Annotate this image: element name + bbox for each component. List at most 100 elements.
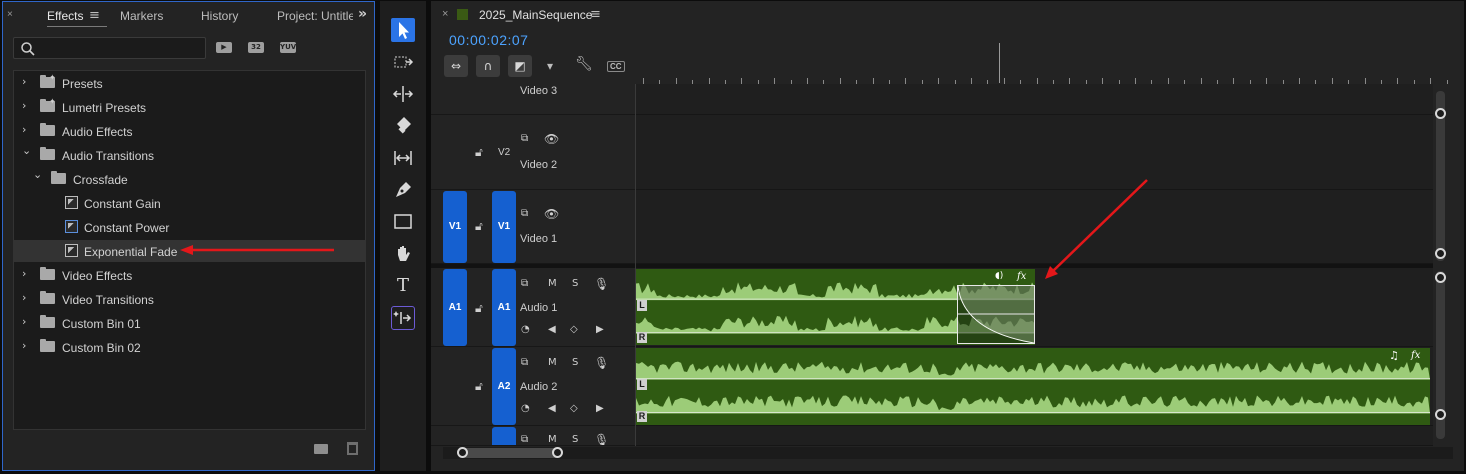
track-target-a1[interactable]: A1 [492, 269, 516, 346]
source-patch-v1[interactable]: V1 [443, 191, 467, 263]
add-keyframe-icon[interactable]: ◇ [570, 324, 578, 335]
sync-lock-icon[interactable]: ⧉ [521, 278, 528, 289]
sync-lock-icon[interactable]: ⧉ [521, 208, 528, 219]
track-select-tool-icon[interactable] [391, 50, 415, 74]
snap-icon[interactable]: ∩ [476, 55, 500, 77]
audio-clip-a2[interactable]: L R ♫ fx [636, 348, 1430, 425]
microphone-icon[interactable]: 🎙︎ [594, 277, 609, 291]
zoom-handle-left[interactable] [457, 447, 468, 458]
microphone-icon[interactable]: 🎙︎ [594, 433, 609, 445]
hamburger-icon[interactable]: ≡ [89, 8, 100, 23]
lock-icon[interactable]: 🔓︎ [475, 301, 483, 316]
zoom-scrollbar-track[interactable] [443, 447, 1453, 459]
solo-button[interactable]: S [572, 278, 578, 289]
zoom-handle-right[interactable] [552, 447, 563, 458]
volume-knob-icon[interactable]: ◔ [521, 403, 530, 414]
solo-button[interactable]: S [572, 434, 578, 445]
tree-item[interactable]: ⌄ Audio Transitions [14, 144, 365, 166]
tree-item[interactable]: › Custom Bin 02 [14, 336, 365, 358]
track-target-v2[interactable]: V2 [498, 147, 510, 158]
next-keyframe-icon[interactable]: ▶ [596, 324, 604, 335]
tab-effects[interactable]: Effects [47, 9, 83, 23]
accelerated-effects-icon[interactable]: ▶ [216, 42, 232, 53]
time-ruler[interactable] [636, 46, 1448, 84]
add-marker-icon[interactable]: ▾ [547, 59, 553, 73]
type-tool-icon[interactable]: T [391, 274, 415, 298]
insert-nest-icon[interactable]: ⇔ [444, 55, 468, 77]
close-sequence-icon[interactable]: × [442, 8, 448, 20]
tree-item[interactable]: › Video Transitions [14, 288, 365, 310]
scroll-handle-top[interactable] [1435, 272, 1446, 283]
tree-item[interactable]: › ✦ Presets [14, 72, 365, 94]
track-lane-v3[interactable] [636, 84, 1433, 115]
chevron-down-icon[interactable]: ⌄ [22, 144, 31, 157]
tree-item[interactable]: Constant Gain [14, 192, 365, 214]
source-patch-a1[interactable]: A1 [443, 269, 467, 346]
tree-item[interactable]: › Custom Bin 01 [14, 312, 365, 334]
track-lane-a3[interactable] [636, 426, 1433, 446]
playhead-line[interactable] [999, 43, 1000, 83]
next-keyframe-icon[interactable]: ▶ [596, 403, 604, 414]
zoom-scrollbar-thumb[interactable] [461, 448, 561, 458]
chevron-right-icon[interactable]: › [22, 339, 26, 352]
razor-tool-icon[interactable] [391, 114, 415, 138]
close-panel-icon[interactable]: × [7, 9, 13, 20]
tree-item[interactable]: Constant Power [14, 216, 365, 238]
scroll-handle-bottom[interactable] [1435, 248, 1446, 259]
track-lane-v2[interactable] [636, 115, 1433, 190]
search-input[interactable] [13, 37, 206, 59]
settings-wrench-icon[interactable]: 🔧︎ [575, 56, 593, 72]
yuv-icon[interactable]: YUV [280, 42, 296, 53]
chevron-right-icon[interactable]: › [22, 123, 26, 136]
tab-project[interactable]: Project: Untitle( [277, 9, 353, 23]
eye-icon[interactable]: 👁︎ [544, 207, 559, 221]
chevron-down-icon[interactable]: ⌄ [33, 168, 42, 181]
microphone-icon[interactable]: 🎙︎ [594, 356, 609, 370]
double-chevron-right-icon[interactable]: » [358, 6, 367, 22]
hamburger-icon[interactable]: ≡ [590, 7, 601, 22]
tree-item[interactable]: › ✦ Lumetri Presets [14, 96, 365, 118]
playhead-timecode[interactable]: 00:00:02:07 [449, 32, 528, 48]
solo-button[interactable]: S [572, 357, 578, 368]
track-lane-v1[interactable] [636, 190, 1433, 264]
tree-item[interactable]: ⌄ Crossfade [14, 168, 365, 190]
fx-badge[interactable]: fx [1017, 271, 1026, 282]
previous-keyframe-icon[interactable]: ◀ [548, 324, 556, 335]
chevron-right-icon[interactable]: › [22, 315, 26, 328]
hand-tool-icon[interactable] [391, 242, 415, 266]
pen-tool-icon[interactable] [391, 178, 415, 202]
fx-badge[interactable]: fx [1411, 350, 1420, 361]
tree-item[interactable]: Exponential Fade [14, 240, 365, 262]
captions-icon[interactable]: CC [607, 61, 625, 72]
rectangle-tool-icon[interactable] [391, 210, 415, 234]
lock-icon[interactable]: 🔓︎ [475, 145, 483, 160]
selection-tool-icon[interactable] [391, 18, 415, 42]
chevron-right-icon[interactable]: › [22, 267, 26, 280]
track-target-a3[interactable] [492, 427, 516, 445]
lock-icon[interactable]: 🔓︎ [475, 219, 483, 234]
mute-button[interactable]: M [548, 434, 557, 445]
tab-markers[interactable]: Markers [120, 9, 163, 23]
previous-keyframe-icon[interactable]: ◀ [548, 403, 556, 414]
slip-tool-icon[interactable] [391, 146, 415, 170]
ripple-edit-tool-icon[interactable] [391, 82, 415, 106]
mute-button[interactable]: M [548, 357, 557, 368]
sync-lock-icon[interactable]: ⧉ [521, 434, 528, 445]
lock-icon[interactable]: 🔓︎ [475, 379, 483, 394]
add-keyframe-icon[interactable]: ◇ [570, 403, 578, 414]
chevron-right-icon[interactable]: › [22, 75, 26, 88]
sync-lock-icon[interactable]: ⧉ [521, 133, 528, 144]
new-bin-icon[interactable] [314, 444, 328, 454]
tree-item[interactable]: › Video Effects [14, 264, 365, 286]
sync-lock-icon[interactable]: ⧉ [521, 357, 528, 368]
linked-selection-icon[interactable]: ◩ [508, 55, 532, 77]
trash-icon[interactable] [347, 442, 358, 455]
tree-item[interactable]: › Audio Effects [14, 120, 365, 142]
track-target-a2[interactable]: A2 [492, 348, 516, 425]
tab-history[interactable]: History [201, 9, 238, 23]
scroll-handle-bottom[interactable] [1435, 409, 1446, 420]
volume-knob-icon[interactable]: ◔ [521, 324, 530, 335]
generative-extend-tool-icon[interactable] [391, 306, 415, 330]
mute-button[interactable]: M [548, 278, 557, 289]
sequence-tab-title[interactable]: 2025_MainSequence [479, 8, 592, 22]
